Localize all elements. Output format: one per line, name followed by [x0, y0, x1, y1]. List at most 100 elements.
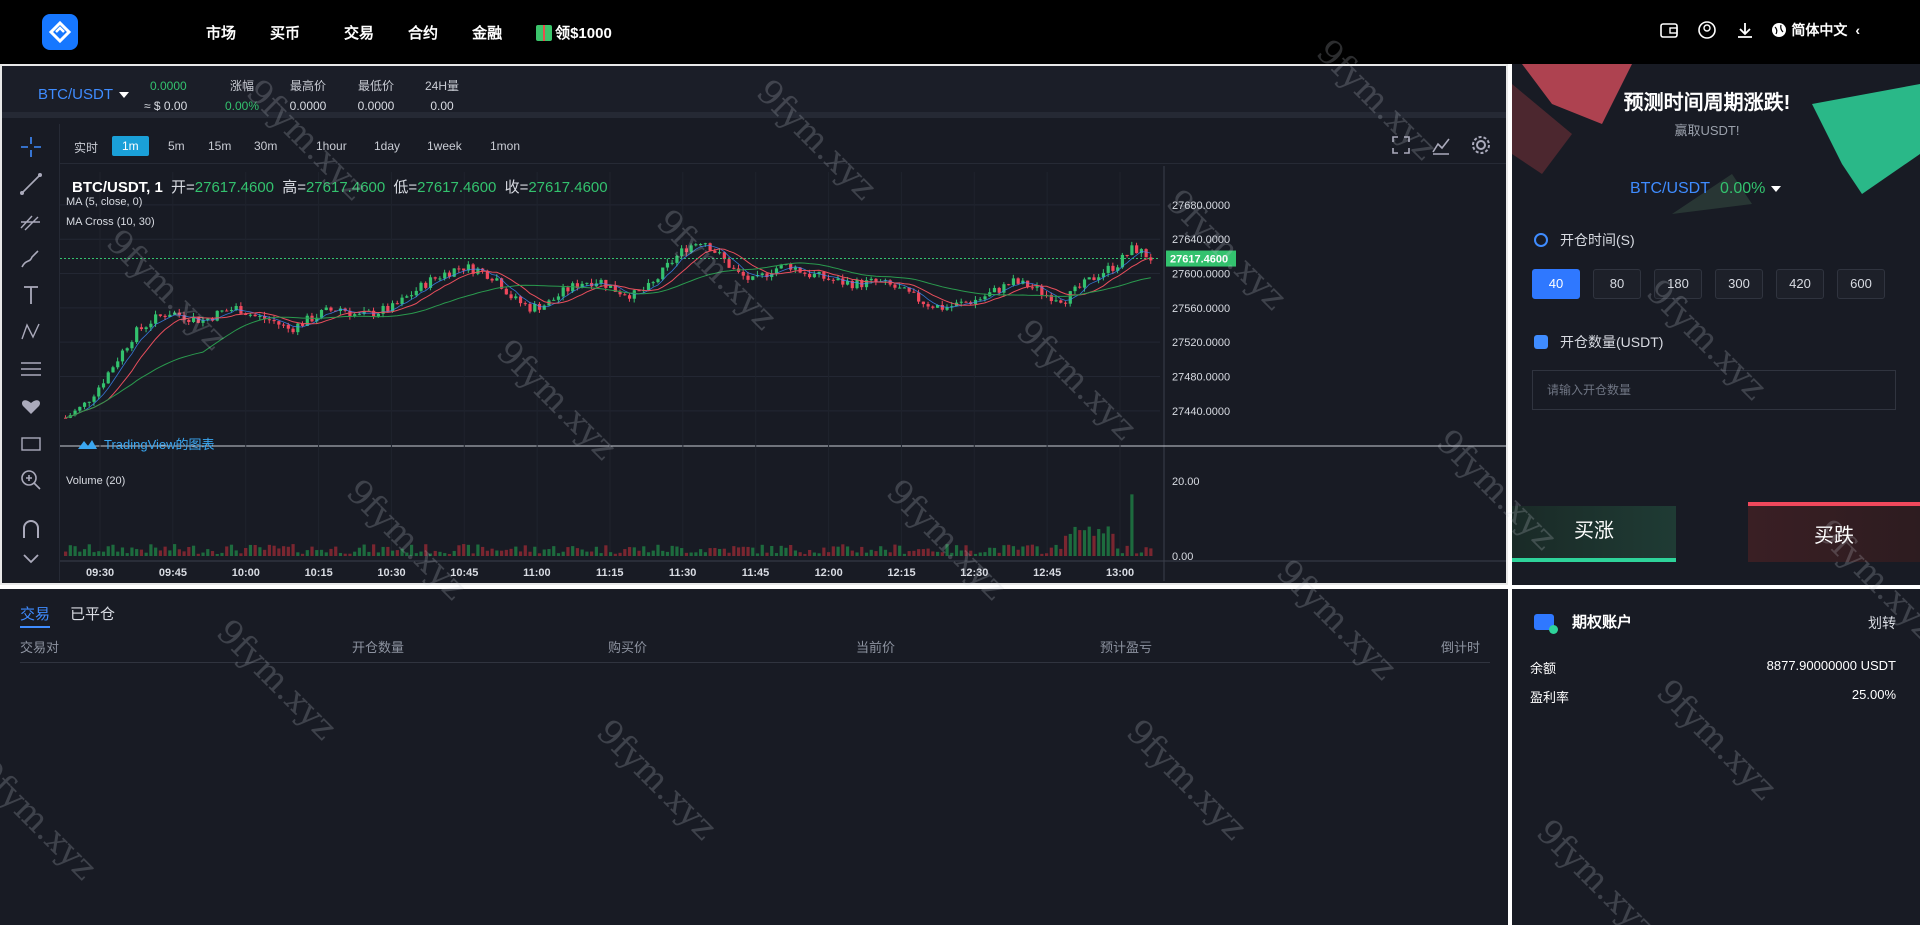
- candle-body: [433, 277, 437, 279]
- profit-row: 盈利率 25.00%: [1530, 687, 1896, 706]
- nav-item-trade[interactable]: 交易: [344, 22, 374, 43]
- nav-item-contract[interactable]: 合约: [408, 22, 438, 43]
- volume-bar: [504, 549, 508, 556]
- tab-closed[interactable]: 已平仓: [70, 603, 115, 628]
- language-selector[interactable]: 简体中文 ‹: [1771, 20, 1860, 40]
- candle-body: [831, 279, 835, 281]
- volume-bar: [125, 553, 129, 556]
- ruler-icon[interactable]: [18, 356, 44, 382]
- candle-body: [746, 275, 750, 280]
- volume-bar: [1030, 544, 1034, 556]
- candle-body: [125, 348, 129, 351]
- settings-gear-icon[interactable]: [1470, 134, 1492, 156]
- logo[interactable]: [42, 14, 78, 50]
- low-value: 0.0000: [357, 99, 395, 113]
- volume-bar: [1087, 526, 1091, 556]
- price-chart[interactable]: 27680.0000 27640.0000 27600.0000 27560.0000…: [60, 166, 1506, 581]
- time-option-300[interactable]: 300: [1715, 269, 1763, 299]
- candle-body: [305, 315, 309, 326]
- nav-item-buy-coin[interactable]: 买币: [270, 22, 300, 43]
- candle-body: [917, 292, 921, 302]
- change-label: 涨幅: [229, 79, 254, 93]
- volume-bar: [703, 552, 707, 556]
- volume-bar: [665, 551, 670, 556]
- timeframe-15m[interactable]: 15m: [198, 136, 241, 156]
- time-tick-label: 11:45: [742, 567, 770, 579]
- volume-bar: [101, 551, 106, 556]
- volume-bar: [798, 552, 802, 556]
- indicators-icon[interactable]: [1430, 134, 1452, 156]
- timeframe-1day[interactable]: 1day: [364, 136, 410, 156]
- candle-body: [566, 287, 570, 292]
- candle-body: [1130, 245, 1134, 256]
- volume-bar: [1040, 553, 1044, 556]
- volume-bar: [210, 551, 215, 556]
- download-icon[interactable]: [1735, 20, 1755, 40]
- magnet-icon[interactable]: [18, 516, 44, 542]
- time-option-40[interactable]: 40: [1532, 269, 1580, 299]
- pair-selector[interactable]: BTC/USDT: [38, 86, 129, 103]
- text-tool-icon[interactable]: [18, 282, 44, 308]
- time-option-420[interactable]: 420: [1776, 269, 1824, 299]
- timeframe-1week[interactable]: 1week: [417, 136, 472, 156]
- volume-bar: [902, 553, 907, 556]
- transfer-button[interactable]: 划转: [1868, 613, 1896, 633]
- volume-bar: [509, 548, 513, 556]
- time-option-180[interactable]: 180: [1654, 269, 1702, 299]
- volume-bar: [462, 544, 466, 556]
- volume-bar: [755, 553, 760, 556]
- timeframe-5m[interactable]: 5m: [158, 136, 195, 156]
- zoom-in-icon[interactable]: [18, 467, 44, 493]
- measure-icon[interactable]: [18, 430, 44, 456]
- user-icon[interactable]: [1697, 20, 1717, 40]
- buy-down-button[interactable]: 买跌: [1748, 502, 1920, 562]
- pattern-icon[interactable]: [18, 319, 44, 345]
- volume-bar: [409, 544, 414, 556]
- trend-line-icon[interactable]: [18, 171, 44, 197]
- time-option-80[interactable]: 80: [1593, 269, 1641, 299]
- profit-value: 25.00%: [1851, 687, 1896, 702]
- volume-bar: [973, 553, 978, 556]
- nav-item-market[interactable]: 市场: [206, 22, 236, 43]
- timeframe-1mon[interactable]: 1mon: [480, 136, 530, 156]
- buy-up-button[interactable]: 买涨: [1512, 506, 1676, 562]
- volume-bar: [874, 551, 878, 556]
- volume-bar: [476, 544, 480, 556]
- volume-bar: [983, 552, 987, 556]
- candle-body: [978, 299, 982, 301]
- volume-bar: [864, 552, 869, 556]
- gift-link[interactable]: 领$1000: [536, 22, 612, 43]
- qty-input[interactable]: [1532, 370, 1896, 410]
- volume-bar: [964, 545, 968, 556]
- fib-tool-icon[interactable]: [18, 208, 44, 234]
- candle-body: [87, 401, 91, 403]
- candle-body: [120, 350, 125, 362]
- timeframe-30m[interactable]: 30m: [244, 136, 287, 156]
- top-nav-bar: 市场 买币 交易 合约 金融 领$1000 简体中文 ‹: [0, 0, 1920, 64]
- candle-body: [926, 304, 930, 307]
- fullscreen-icon[interactable]: [1390, 134, 1412, 156]
- timeframe-realtime[interactable]: 实时: [64, 136, 108, 159]
- tradingview-link[interactable]: TradingView的图表: [76, 434, 215, 453]
- heart-icon[interactable]: [18, 393, 44, 419]
- volume-bar: [642, 546, 646, 556]
- volume-bar: [1092, 535, 1096, 556]
- timeframe-1hour[interactable]: 1hour: [306, 136, 357, 156]
- legend-open-label: 开=: [171, 179, 195, 196]
- candle-body: [514, 296, 518, 299]
- trade-pair[interactable]: BTC/USDT: [1630, 180, 1710, 198]
- wallet-icon[interactable]: [1659, 20, 1679, 40]
- chevron-down-icon[interactable]: [18, 546, 44, 572]
- tab-open-trades[interactable]: 交易: [20, 603, 51, 628]
- crosshair-icon[interactable]: [18, 134, 44, 160]
- volume-bar: [627, 547, 632, 556]
- col-buy-price: 购买价: [608, 640, 648, 655]
- candle-body: [931, 306, 935, 308]
- timeframe-1m[interactable]: 1m: [112, 136, 149, 156]
- volume-bar: [428, 553, 433, 556]
- brush-icon[interactable]: [18, 245, 44, 271]
- nav-item-finance[interactable]: 金融: [472, 22, 502, 43]
- time-option-600[interactable]: 600: [1837, 269, 1885, 299]
- trade-pct[interactable]: 0.00%: [1720, 180, 1781, 198]
- volume-bar: [424, 544, 428, 556]
